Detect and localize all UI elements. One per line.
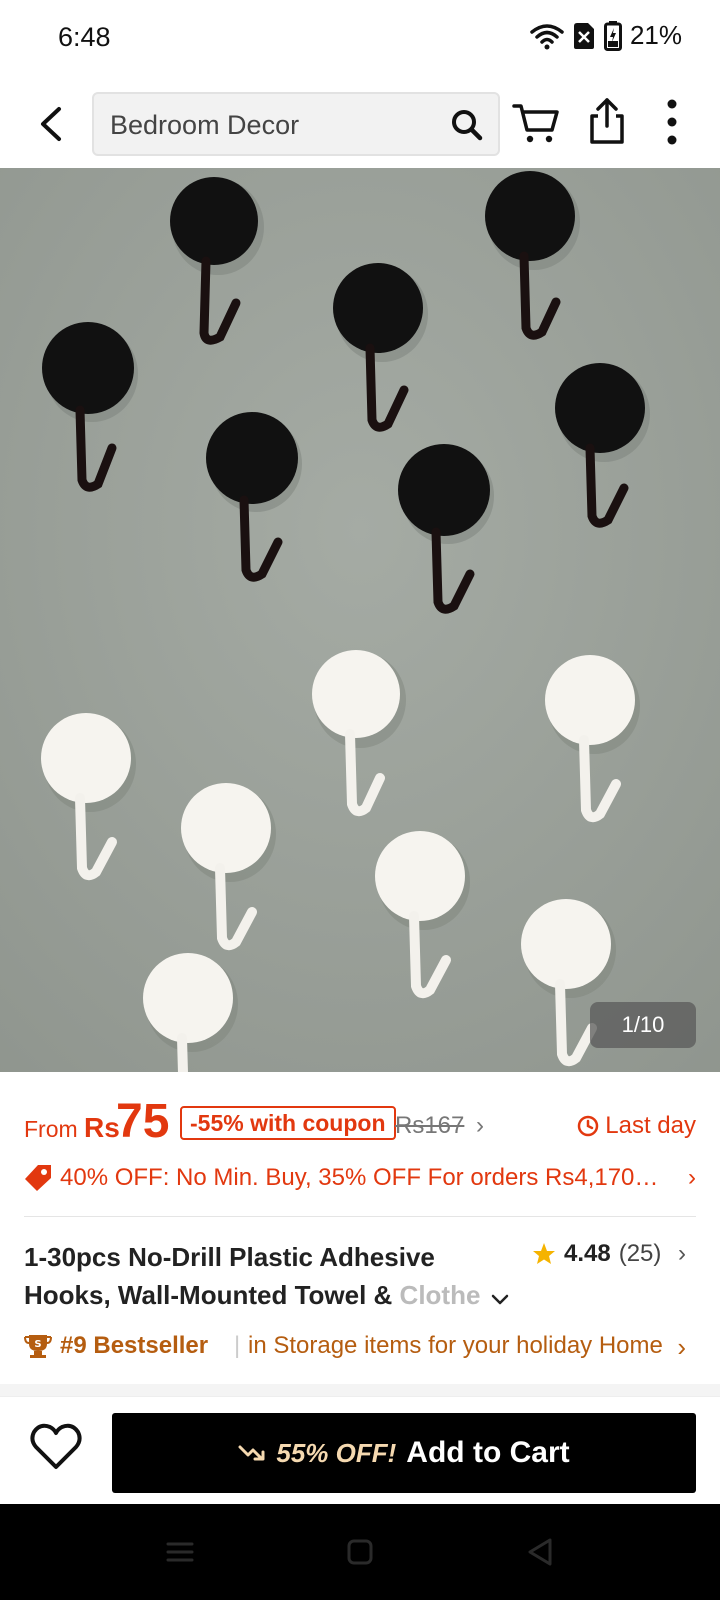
- promo-row[interactable]: 40% OFF: No Min. Buy, 35% OFF For orders…: [24, 1160, 696, 1200]
- more-vert-icon: [667, 99, 677, 145]
- chevron-right-icon[interactable]: ›: [677, 1332, 686, 1363]
- product-title-text: 1-30pcs No-Drill Plastic Adhesive Hooks,…: [24, 1242, 435, 1310]
- star-icon: [533, 1243, 555, 1264]
- product-title: 1-30pcs No-Drill Plastic Adhesive Hooks,…: [24, 1238, 504, 1314]
- action-bar: 55% OFF! Add to Cart: [0, 1396, 720, 1504]
- cart-discount-label: 55% OFF!: [276, 1437, 397, 1468]
- chevron-down-icon[interactable]: [490, 1290, 510, 1310]
- recent-apps-icon[interactable]: [160, 1532, 200, 1572]
- price-currency: Rs: [84, 1112, 120, 1143]
- back-button[interactable]: [28, 98, 72, 150]
- product-image-gallery[interactable]: 1/10: [0, 168, 720, 1072]
- battery-charging-icon: [603, 20, 622, 51]
- product-title-block[interactable]: 1-30pcs No-Drill Plastic Adhesive Hooks,…: [24, 1238, 509, 1314]
- bestseller-category: in Storage items for your holiday Home: [248, 1332, 663, 1359]
- product-title-faded: Clothe: [399, 1280, 481, 1310]
- product-photo: [0, 168, 720, 1072]
- tag-icon: [25, 1165, 51, 1191]
- wishlist-button[interactable]: [28, 1419, 84, 1475]
- price-value: 75: [116, 1095, 170, 1148]
- share-icon: [590, 98, 624, 144]
- from-label: From: [24, 1116, 78, 1142]
- search-icon[interactable]: [450, 108, 484, 142]
- bestseller-rank: #9 Bestseller: [60, 1332, 209, 1359]
- system-nav-bar: [0, 1504, 720, 1600]
- wifi-icon: [530, 23, 564, 49]
- section-gap: [0, 1384, 720, 1396]
- search-query[interactable]: Bedroom Decor: [110, 110, 299, 141]
- more-options-button[interactable]: [652, 96, 692, 148]
- sim-blocked-icon: [573, 22, 594, 49]
- bestseller-trophy-icon: S: [24, 1335, 52, 1358]
- chevron-right-icon[interactable]: ›: [476, 1112, 484, 1140]
- battery-percent: 21%: [629, 20, 682, 50]
- divider: [24, 1216, 696, 1217]
- cart-button[interactable]: [512, 98, 562, 148]
- chevron-right-icon[interactable]: ›: [678, 1240, 686, 1268]
- add-to-cart-label: Add to Cart: [406, 1436, 570, 1469]
- price-row: From Rs 75 -55% with coupon Rs167 › Last…: [24, 1094, 696, 1154]
- review-count: (25): [618, 1240, 662, 1267]
- chevron-right-icon[interactable]: ›: [688, 1164, 696, 1192]
- deadline-label: Last day: [577, 1112, 696, 1140]
- cart-icon: [512, 104, 559, 143]
- back-arrow-icon: [41, 107, 61, 141]
- svg-text:S: S: [34, 1339, 41, 1350]
- heart-icon: [30, 1423, 82, 1469]
- clock-icon: [578, 1115, 599, 1137]
- original-price[interactable]: Rs167: [395, 1112, 464, 1140]
- rating[interactable]: 4.48 (25): [532, 1240, 661, 1268]
- bestseller-row[interactable]: S #9 Bestseller | in Storage items for y…: [24, 1330, 696, 1370]
- image-counter: 1/10: [590, 1002, 696, 1048]
- trend-down-icon: [238, 1445, 265, 1461]
- share-button[interactable]: [582, 96, 632, 148]
- status-icons: 21%: [530, 20, 682, 51]
- coupon-badge[interactable]: -55% with coupon: [180, 1106, 396, 1140]
- top-nav: Bedroom Decor: [0, 88, 720, 164]
- separator: |: [234, 1332, 241, 1359]
- back-triangle-icon[interactable]: [520, 1532, 560, 1572]
- promo-text[interactable]: 40% OFF: No Min. Buy, 35% OFF For orders…: [60, 1164, 660, 1192]
- status-time: 6:48: [58, 22, 111, 52]
- rating-value: 4.48: [564, 1240, 611, 1267]
- deadline-text: Last day: [605, 1112, 696, 1139]
- search-input[interactable]: Bedroom Decor: [92, 92, 500, 156]
- add-to-cart-button[interactable]: 55% OFF! Add to Cart: [112, 1413, 696, 1493]
- status-bar: 6:48 21%: [0, 0, 720, 80]
- home-icon[interactable]: [340, 1532, 380, 1572]
